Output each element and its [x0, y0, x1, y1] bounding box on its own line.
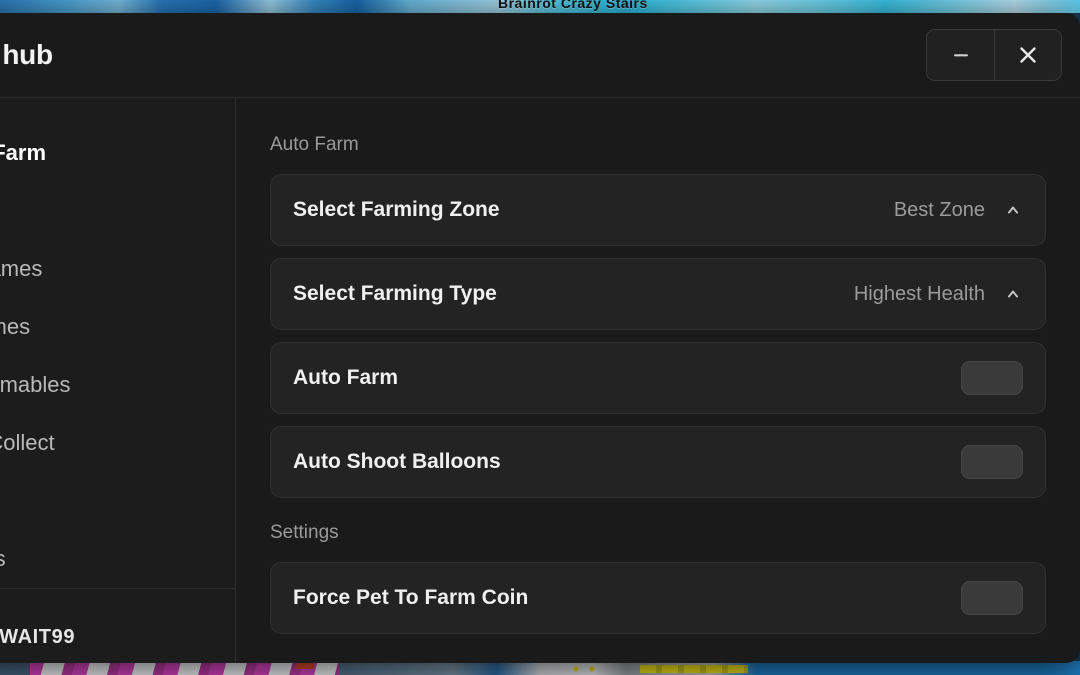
sidebar-nav: Auto Farm Eggs Min	[0, 98, 235, 588]
row-value: Highest Health	[853, 282, 985, 305]
sidebar-item-machines[interactable]: Machines	[0, 298, 235, 356]
row-label: Select Farming Zone	[293, 198, 500, 221]
title-bar[interactable]: nowait hub	[0, 13, 1080, 98]
content-panel: Auto Farm Select Farming Zone Best Zone …	[236, 98, 1080, 663]
close-icon	[1020, 47, 1036, 63]
section-title-auto-farm: Auto Farm	[270, 134, 359, 155]
chevron-icon[interactable]	[1003, 200, 1023, 220]
chevron-icon[interactable]	[1003, 284, 1023, 304]
sidebar-item-misc[interactable]: Misc	[0, 472, 235, 530]
window-body: Auto Farm Eggs Min	[0, 98, 1080, 663]
toggle-force-pet-to-farm-coin[interactable]	[961, 581, 1023, 615]
row-auto-shoot-balloons[interactable]: Auto Shoot Balloons	[270, 426, 1046, 498]
sidebar-item-consumables[interactable]: Consumables	[0, 356, 235, 414]
game-yellow-bar	[640, 665, 748, 673]
sidebar: Auto Farm Eggs Min	[0, 98, 236, 663]
row-select-farming-zone[interactable]: Select Farming Zone Best Zone	[270, 174, 1046, 246]
close-button[interactable]	[994, 30, 1061, 80]
section-title-settings: Settings	[270, 522, 339, 543]
sidebar-item-label: Credits	[0, 546, 6, 571]
row-select-farming-type[interactable]: Select Farming Type Highest Health	[270, 258, 1046, 330]
window-controls	[926, 29, 1062, 81]
minimize-icon	[953, 54, 968, 57]
row-label: Auto Shoot Balloons	[293, 450, 501, 473]
row-label: Auto Farm	[293, 366, 398, 389]
sidebar-item-auto-farm[interactable]: Auto Farm	[0, 124, 235, 182]
window-title: nowait hub	[0, 39, 53, 70]
row-label: Force Pet To Farm Coin	[293, 586, 529, 609]
minimize-button[interactable]	[927, 30, 994, 80]
screen: Brainrot Crazy Stairs nowait hub	[0, 0, 1080, 675]
sidebar-item-eggs[interactable]: Eggs	[0, 182, 235, 240]
toggle-auto-shoot-balloons[interactable]	[961, 445, 1023, 479]
sidebar-item-label: Auto Farm	[0, 140, 46, 165]
toggle-auto-farm[interactable]	[961, 361, 1023, 395]
game-star-icons	[566, 665, 606, 673]
sidebar-item-minigames[interactable]: Minigames	[0, 240, 235, 298]
game-pink-strip	[30, 661, 340, 675]
user-profile[interactable]: NOWAIT99	[0, 588, 235, 663]
sidebar-item-auto-collect[interactable]: Auto Collect	[0, 414, 235, 472]
sidebar-item-label: Machines	[0, 314, 31, 339]
game-red-marker	[296, 663, 314, 669]
sidebar-item-label: Auto Collect	[0, 430, 55, 455]
row-value: Best Zone	[893, 198, 985, 221]
game-title-text: Brainrot Crazy Stairs	[498, 0, 648, 11]
sidebar-item-credits[interactable]: Credits	[0, 530, 235, 588]
sidebar-item-label: Consumables	[0, 372, 71, 397]
row-auto-farm[interactable]: Auto Farm	[270, 342, 1046, 414]
profile-username: NOWAIT99	[0, 626, 76, 648]
row-force-pet-to-farm-coin[interactable]: Force Pet To Farm Coin	[270, 562, 1046, 634]
row-label: Select Farming Type	[293, 282, 497, 305]
sidebar-item-label: Minigames	[0, 256, 43, 281]
hub-window: nowait hub	[0, 13, 1080, 663]
